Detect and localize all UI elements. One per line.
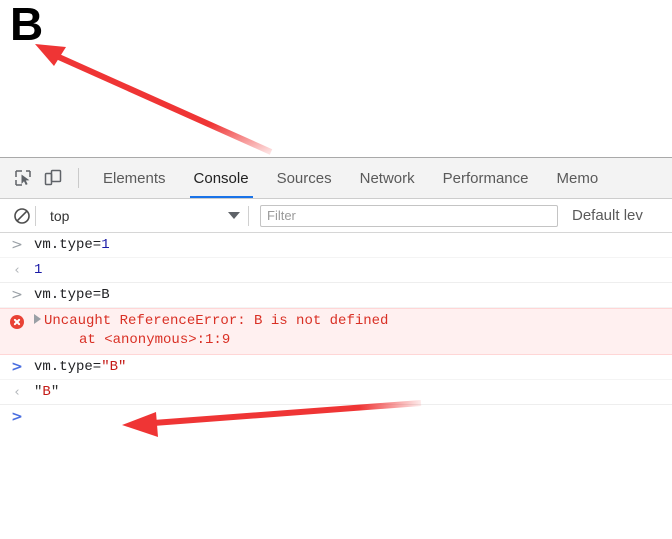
error-message: Uncaught ReferenceError: B is not define… (44, 313, 388, 329)
prompt-chevron-icon: > (11, 359, 23, 376)
console-message-list: > vm.type=1 ‹ 1 > vm.type=B Uncaught Ref… (0, 233, 672, 439)
tab-network[interactable]: Network (346, 158, 429, 199)
inspect-element-icon[interactable] (8, 164, 38, 192)
device-toolbar-icon[interactable] (38, 164, 68, 192)
tab-console[interactable]: Console (180, 158, 263, 199)
tab-sources[interactable]: Sources (263, 158, 346, 199)
tab-label: Console (194, 170, 249, 187)
code-token: vm.type= (34, 237, 101, 253)
tab-elements[interactable]: Elements (89, 158, 180, 199)
console-row-output[interactable]: ‹ "B" (0, 380, 672, 405)
prompt-chevron-icon: > (11, 287, 23, 304)
tab-label: Sources (277, 170, 332, 187)
execution-context-label: top (50, 208, 69, 224)
prompt-chevron-icon: > (11, 237, 23, 254)
console-row-input[interactable]: > vm.type="B" (0, 355, 672, 380)
row-gutter: > (0, 358, 34, 376)
code-token: "B" (101, 359, 126, 375)
row-gutter: > (0, 286, 34, 304)
rendered-page-area: B (0, 0, 672, 157)
console-row-output[interactable]: ‹ 1 (0, 258, 672, 283)
error-icon (10, 315, 24, 329)
tab-label: Elements (103, 170, 166, 187)
console-row-text: vm.type=B (34, 286, 672, 305)
code-token: B (42, 384, 50, 400)
console-prompt-row[interactable]: > (0, 405, 672, 439)
devtools-tabbar: Elements Console Sources Network Perform… (0, 158, 672, 199)
console-row-text: 1 (34, 261, 672, 280)
page-letter-b: B (10, 0, 42, 52)
tab-label: Network (360, 170, 415, 187)
response-chevron-icon: ‹ (14, 262, 19, 279)
row-gutter: ‹ (0, 383, 34, 401)
filterbar-divider-2 (248, 206, 249, 226)
console-row-error[interactable]: Uncaught ReferenceError: B is not define… (0, 308, 672, 355)
code-token: 1 (34, 262, 42, 278)
response-chevron-icon: ‹ (14, 384, 19, 401)
console-row-text: "B" (34, 383, 672, 402)
row-gutter: > (0, 236, 34, 254)
tab-memory[interactable]: Memo (543, 158, 613, 199)
log-level-select[interactable]: Default lev (572, 207, 643, 224)
filter-input[interactable] (260, 205, 558, 227)
console-row-input[interactable]: > vm.type=B (0, 283, 672, 308)
console-row-input[interactable]: > vm.type=1 (0, 233, 672, 258)
toolbar-divider (78, 168, 79, 188)
tab-label: Memo (557, 170, 599, 187)
console-filter-bar: top Default lev (0, 199, 672, 233)
error-stack-line[interactable]: at <anonymous>:1:9 (34, 331, 664, 350)
console-row-text: Uncaught ReferenceError: B is not define… (34, 312, 672, 350)
clear-console-icon[interactable] (9, 203, 35, 229)
devtools-panel: Elements Console Sources Network Perform… (0, 157, 672, 539)
code-token: vm.type=B (34, 287, 110, 303)
chevron-down-icon (228, 212, 240, 219)
prompt-chevron-icon: > (11, 409, 23, 426)
console-row-text: vm.type="B" (34, 358, 672, 377)
execution-context-select[interactable]: top (36, 204, 248, 228)
expand-triangle-icon[interactable] (34, 314, 41, 324)
code-token: " (51, 384, 59, 400)
row-gutter (0, 312, 34, 329)
code-token: 1 (101, 237, 109, 253)
row-gutter: ‹ (0, 261, 34, 279)
row-gutter: > (0, 409, 34, 426)
tab-label: Performance (443, 170, 529, 187)
tab-performance[interactable]: Performance (429, 158, 543, 199)
console-row-text: vm.type=1 (34, 236, 672, 255)
code-token: vm.type= (34, 359, 101, 375)
